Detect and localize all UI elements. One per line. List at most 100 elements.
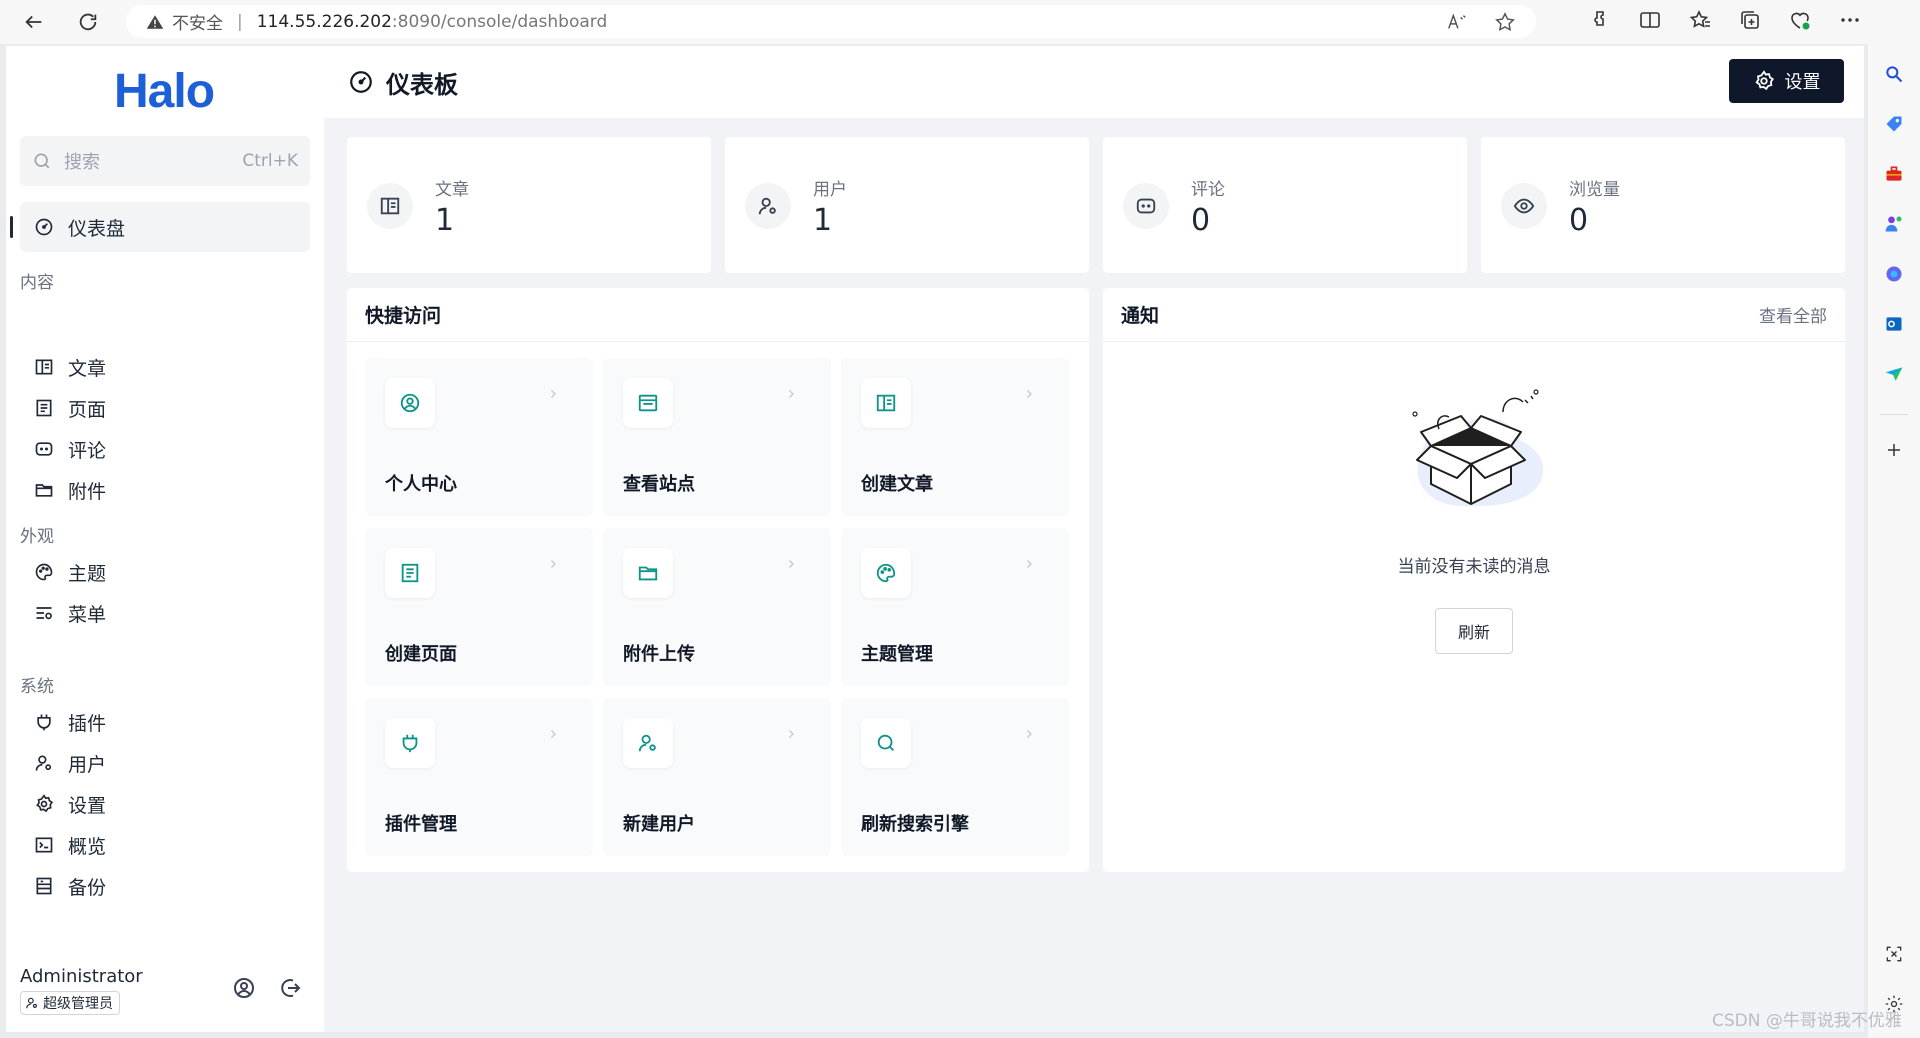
edge-add-icon[interactable] [1882,438,1906,462]
stat-label: 用户 [813,180,847,200]
sidebar-item-label: 主题 [68,562,107,585]
sidebar-item-label: 附件 [68,480,107,503]
search-icon [34,153,50,169]
quick-link-new-page[interactable]: 创建页面 [365,528,593,686]
edge-outlook-icon[interactable] [1882,312,1906,336]
panel-title: 通知 [1121,305,1160,327]
address-bar[interactable]: 不安全 | 114.55.226.202:8090/console/dashbo… [126,5,1536,38]
favorite-star-icon[interactable] [1494,11,1516,33]
quick-link-profile[interactable]: 个人中心 [365,358,593,516]
sidebar-item-posts[interactable]: 文章 [20,344,310,390]
sidebar-item-comments[interactable]: 评论 [20,426,310,472]
sidebar-item-attachments[interactable]: 附件 [20,467,310,513]
gear-icon [1754,70,1774,91]
quick-link-new-post[interactable]: 创建文章 [841,358,1069,516]
chevron-right-icon [1027,730,1032,738]
read-aloud-icon[interactable] [1446,11,1468,33]
edge-drop-icon[interactable] [1882,362,1906,386]
edge-games-icon[interactable] [1882,212,1906,236]
group-title-system: 系统 [20,677,54,697]
dashboard-icon [350,71,372,93]
search-shortcut: Ctrl+K [242,151,298,171]
empty-box-illustration [1412,389,1544,507]
sidebar-item-dashboard[interactable]: 仪表盘 [10,202,310,252]
quick-link-view-site[interactable]: 查看站点 [603,358,831,516]
sidebar-item-label: 菜单 [68,603,107,626]
sidebar-item-users[interactable]: 用户 [20,740,310,786]
book-open-icon [35,359,53,375]
notifications-panel: 通知 查看全部 当前没有未读的消息 刷新 [1103,288,1845,872]
settings-button-label: 设置 [1784,72,1821,93]
extensions-icon[interactable] [1588,8,1612,32]
eye-icon [1501,183,1547,229]
chevron-right-icon [1027,560,1032,568]
comment-icon [1123,183,1169,229]
edge-sidebar [1868,44,1920,1038]
stat-value: 0 [1191,203,1211,238]
role-badge: 超级管理员 [20,991,120,1015]
quick-link-plugins[interactable]: 插件管理 [365,698,593,856]
quick-link-label: 插件管理 [385,814,457,835]
refresh-button[interactable]: 刷新 [1435,608,1513,654]
user-name: Administrator [20,966,143,987]
arrow-left-icon [25,15,42,29]
quick-link-label: 附件上传 [623,644,695,665]
chevron-right-icon [789,560,794,568]
edge-copilot-icon[interactable] [1882,262,1906,286]
sidebar-item-pages[interactable]: 页面 [20,385,310,431]
plug-icon [37,714,51,731]
sidebar-item-label: 概览 [68,835,107,858]
back-button[interactable] [14,2,54,42]
article-icon [367,183,413,229]
address-path: :8090/console/dashboard [391,11,608,32]
chevron-right-icon [789,390,794,398]
sidebar-item-overview[interactable]: 概览 [20,822,310,868]
search-input[interactable]: 搜索 Ctrl+K [20,136,310,186]
sidebar-item-label: 备份 [68,876,107,899]
more-options-icon[interactable] [1838,8,1862,32]
sidebar-item-plugins[interactable]: 插件 [20,699,310,745]
edge-tools-icon[interactable] [1882,162,1906,186]
edge-screenshot-icon[interactable] [1882,942,1906,966]
edge-shopping-icon[interactable] [1882,112,1906,136]
sidebar-item-menus[interactable]: 菜单 [20,590,310,636]
gear-icon [36,794,54,813]
sidebar-item-themes[interactable]: 主题 [20,549,310,595]
profile-icon[interactable] [232,976,256,1000]
chevron-right-icon [551,390,556,398]
watermark: CSDN @牛哥说我不优雅 [1712,1011,1902,1031]
comment-icon [35,442,53,456]
settings-button[interactable]: 设置 [1729,59,1844,103]
sidebar-item-label: 评论 [68,439,107,462]
page-icon [36,399,52,417]
reload-button[interactable] [68,2,108,42]
halo-logo[interactable]: Halo [114,64,215,119]
sidebar-item-label: 插件 [68,712,107,735]
quick-link-label: 查看站点 [623,474,695,495]
quick-link-label: 主题管理 [861,644,933,665]
split-screen-icon[interactable] [1638,8,1662,32]
quick-link-themes[interactable]: 主题管理 [841,528,1069,686]
quick-link-refresh-search[interactable]: 刷新搜索引擎 [841,698,1069,856]
sidebar-item-backup[interactable]: 备份 [20,863,310,909]
quick-link-upload[interactable]: 附件上传 [603,528,831,686]
chevron-right-icon [551,560,556,568]
page-title: 仪表板 [386,70,458,99]
user-icon [745,183,791,229]
logout-icon[interactable] [278,976,302,1000]
reload-icon [79,13,97,31]
edge-search-icon[interactable] [1882,62,1906,86]
warning-icon [146,14,164,29]
terminal-icon [35,837,53,853]
browser-essentials-icon[interactable] [1788,8,1812,32]
address-host: 114.55.226.202 [256,11,392,32]
quick-link-new-user[interactable]: 新建用户 [603,698,831,856]
halo-console: Halo 搜索 Ctrl+K 仪表盘 内容 文章 页面 评论 附件 外观 主题 … [6,46,1864,1032]
stat-label: 文章 [435,180,469,200]
favorites-icon[interactable] [1688,8,1712,32]
quick-link-label: 创建页面 [385,644,457,665]
view-all-link[interactable]: 查看全部 [1759,302,1827,327]
sidebar-item-settings[interactable]: 设置 [20,781,310,827]
collections-icon[interactable] [1738,8,1762,32]
panel-header: 快捷访问 [347,288,1089,342]
